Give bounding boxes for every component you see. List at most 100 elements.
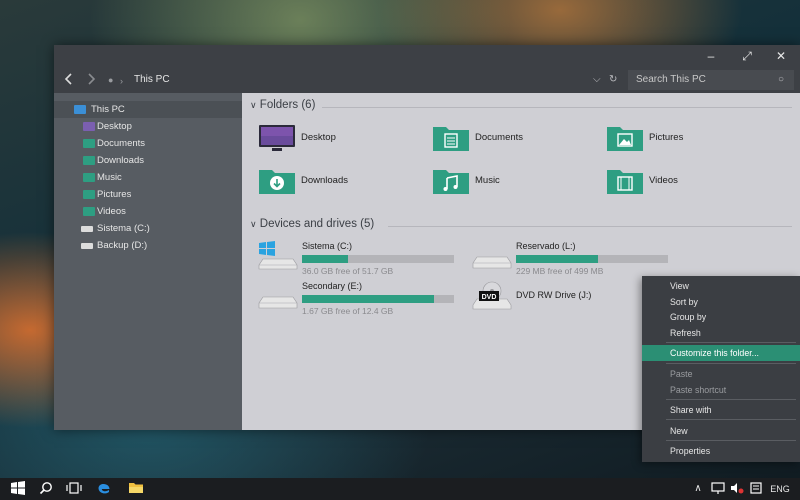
folder-music[interactable]: Music (432, 166, 592, 206)
breadcrumb: This PC (134, 74, 170, 85)
folder-pictures[interactable]: Pictures (606, 123, 766, 163)
sidebar-item-videos[interactable]: Videos (54, 203, 242, 220)
volume-button[interactable] (729, 481, 745, 497)
sidebar-item-label: Documents (97, 138, 146, 149)
notification-icon (750, 482, 762, 494)
folder-videos[interactable]: Videos (606, 166, 766, 206)
menu-item-sort-by[interactable]: Sort by (642, 294, 800, 310)
up-button[interactable]: ● (108, 72, 113, 88)
start-button[interactable] (10, 481, 26, 497)
sidebar-item-music[interactable]: Music (54, 169, 242, 186)
menu-item-group-by[interactable]: Group by (642, 309, 800, 325)
sidebar-item-label: Music (97, 172, 122, 183)
task-view-button[interactable] (66, 481, 82, 497)
menu-item-new[interactable]: New (642, 423, 800, 439)
menu-item-properties[interactable]: Properties (642, 443, 800, 459)
taskbar: ∧ ENG (0, 478, 800, 500)
windows-drive-icon (258, 241, 298, 270)
drive-free-space: 1.67 GB free of 12.4 GB (302, 306, 394, 316)
folder-label: Pictures (649, 132, 684, 143)
folder-label: Music (475, 175, 500, 186)
videos-icon (83, 207, 95, 216)
drive-label: DVD RW Drive (J:) (516, 290, 592, 300)
search-button[interactable] (38, 481, 54, 497)
drive-reservado[interactable]: Reservado (L:) 229 MB free of 499 MB (471, 241, 668, 277)
action-center-button[interactable] (748, 481, 764, 497)
menu-item-customize-folder[interactable]: Customize this folder... (642, 345, 800, 361)
navigation-pane: This PC Desktop Documents Downloads Musi… (54, 93, 242, 430)
menu-item-view[interactable]: View (642, 278, 800, 294)
chevron-up-icon: ∧ (694, 483, 702, 494)
dot-icon: ● (108, 75, 114, 85)
forward-button[interactable] (86, 72, 96, 90)
sidebar-item-label: Sistema (C:) (97, 223, 150, 234)
documents-icon (433, 127, 469, 151)
minimize-button[interactable]: – (702, 47, 720, 65)
menu-separator (666, 399, 796, 400)
menu-item-share-with[interactable]: Share with (642, 402, 800, 418)
sidebar-item-documents[interactable]: Documents (54, 135, 242, 152)
drive-free-space: 36.0 GB free of 51.7 GB (302, 266, 394, 276)
show-hidden-icons[interactable]: ∧ (690, 481, 706, 497)
context-menu: View Sort by Group by Refresh Customize … (642, 276, 800, 462)
menu-item-paste-shortcut[interactable]: Paste shortcut (642, 382, 800, 398)
chevron-down-icon[interactable]: ⌵ (593, 71, 601, 89)
menu-item-paste[interactable]: Paste (642, 366, 800, 382)
file-explorer-button[interactable] (128, 481, 144, 497)
music-icon (83, 173, 95, 182)
drive-icon (81, 226, 93, 232)
search-input[interactable]: Search This PC ○ (628, 70, 794, 90)
folders-section-header[interactable]: ∨ Folders (6) (250, 99, 315, 111)
drives-section-header[interactable]: ∨ Devices and drives (5) (250, 218, 374, 230)
close-button[interactable]: ✕ (772, 47, 790, 65)
drive-icon (472, 256, 512, 269)
windows-logo-icon (11, 481, 25, 495)
sidebar-item-downloads[interactable]: Downloads (54, 152, 242, 169)
drive-dvd[interactable]: DVD DVD RW Drive (J:) (471, 281, 661, 317)
sidebar-item-label: Pictures (97, 189, 132, 200)
drive-label: Reservado (L:) (516, 241, 576, 251)
address-field[interactable]: This PC ⌵ ↻ (128, 71, 628, 89)
drive-free-space: 229 MB free of 499 MB (516, 266, 604, 276)
dvd-drive-icon: DVD (472, 281, 512, 310)
sidebar-item-label: Desktop (97, 121, 132, 132)
videos-icon (607, 170, 643, 194)
language-indicator[interactable]: ENG (768, 481, 792, 497)
volume-muted-icon (731, 483, 744, 494)
drive-secondary[interactable]: Secondary (E:) 1.67 GB free of 12.4 GB (257, 281, 454, 317)
folder-downloads[interactable]: Downloads (258, 166, 418, 206)
drive-icon (258, 296, 298, 309)
task-view-icon (66, 482, 82, 494)
drive-sistema[interactable]: Sistema (C:) 36.0 GB free of 51.7 GB (257, 241, 454, 277)
section-title: Devices and drives (5) (259, 218, 375, 230)
sidebar-item-backup[interactable]: Backup (D:) (54, 237, 242, 254)
chevron-left-icon (64, 73, 72, 85)
maximize-button[interactable]: ⤢ (738, 47, 756, 65)
folder-documents[interactable]: Documents (432, 123, 592, 163)
sidebar-item-sistema[interactable]: Sistema (C:) (54, 220, 242, 237)
sidebar-item-desktop[interactable]: Desktop (54, 118, 242, 135)
dvd-badge: DVD (482, 294, 497, 301)
folder-icon (129, 483, 143, 493)
sidebar-item-this-pc[interactable]: This PC (54, 101, 242, 118)
pictures-icon (607, 127, 643, 151)
sidebar-item-label: Videos (97, 206, 126, 217)
menu-item-refresh[interactable]: Refresh (642, 325, 800, 341)
search-icon[interactable]: ○ (778, 70, 784, 90)
network-button[interactable] (710, 481, 726, 497)
divider (388, 226, 792, 227)
drive-usage-fill (302, 255, 348, 263)
back-button[interactable] (64, 72, 74, 90)
folder-desktop[interactable]: Desktop (258, 123, 418, 163)
sidebar-item-pictures[interactable]: Pictures (54, 186, 242, 203)
menu-separator (666, 440, 796, 441)
refresh-icon[interactable]: ↻ (609, 71, 617, 89)
computer-icon (74, 105, 86, 114)
search-icon (39, 482, 52, 495)
drive-usage-fill (516, 255, 599, 263)
address-bar: ● › This PC ⌵ ↻ Search This PC ○ (54, 67, 800, 93)
edge-button[interactable] (96, 481, 112, 497)
desktop-icon (83, 122, 95, 131)
drive-label: Secondary (E:) (302, 281, 363, 291)
menu-separator (666, 419, 796, 420)
